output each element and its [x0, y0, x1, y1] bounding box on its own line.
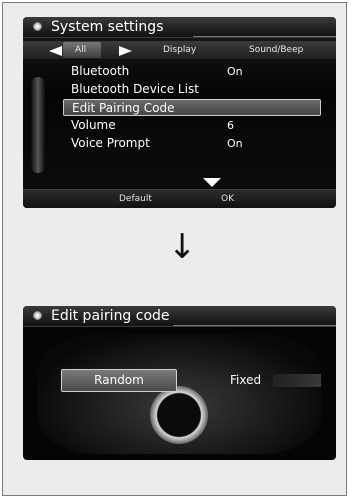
- tab-bar: All Display Sound/Beep: [23, 41, 336, 59]
- title-bar: Edit pairing code: [23, 306, 336, 327]
- bottom-bar: Default OK: [23, 189, 336, 208]
- menu-item-label: Bluetooth Device List: [71, 82, 199, 96]
- default-button[interactable]: Default: [119, 190, 152, 208]
- menu-item-value: On: [227, 137, 243, 150]
- tab-display[interactable]: Display: [163, 41, 196, 59]
- screen-title: System settings: [51, 19, 164, 35]
- menu-item-value: 6: [227, 119, 234, 132]
- settings-icon: [33, 22, 42, 31]
- menu-item-voice-prompt[interactable]: Voice Prompt On: [71, 135, 313, 152]
- tab-left-arrow-icon[interactable]: [49, 46, 62, 56]
- selector-knob-icon: [150, 386, 208, 444]
- ok-button[interactable]: OK: [221, 190, 234, 208]
- scroll-down-arrow-icon: [203, 178, 221, 187]
- title-underline: [173, 325, 336, 326]
- option-fixed[interactable]: Fixed: [222, 369, 322, 392]
- menu-item-label: Bluetooth: [71, 64, 130, 78]
- menu-item-edit-pairing-code[interactable]: Edit Pairing Code: [63, 99, 321, 116]
- menu-item-volume[interactable]: Volume 6: [71, 117, 313, 134]
- tab-right-arrow-icon[interactable]: [119, 46, 132, 56]
- menu-item-label: Edit Pairing Code: [72, 101, 175, 115]
- tab-sound-beep[interactable]: Sound/Beep: [249, 41, 303, 59]
- menu-item-value: On: [227, 65, 243, 78]
- menu-item-bluetooth-device-list[interactable]: Bluetooth Device List: [71, 81, 313, 98]
- tab-all[interactable]: All: [75, 41, 86, 59]
- scroll-knob[interactable]: [31, 77, 45, 173]
- edit-pairing-code-screen: Edit pairing code Random Fixed: [23, 306, 336, 460]
- menu-item-label: Volume: [71, 118, 116, 132]
- screen-title: Edit pairing code: [51, 308, 170, 324]
- system-settings-screen: System settings All Display Sound/Beep B…: [23, 17, 336, 208]
- title-underline: [193, 36, 336, 37]
- option-random[interactable]: Random: [61, 369, 177, 392]
- option-highlight-bar: [273, 374, 321, 387]
- title-bar: System settings: [23, 17, 336, 38]
- option-label: Fixed: [230, 373, 262, 387]
- settings-icon: [33, 311, 42, 320]
- menu-item-bluetooth[interactable]: Bluetooth On: [71, 63, 313, 80]
- manual-figure-frame: System settings All Display Sound/Beep B…: [2, 2, 347, 496]
- menu-item-label: Voice Prompt: [71, 136, 150, 150]
- down-arrow-icon: ↓: [168, 227, 197, 267]
